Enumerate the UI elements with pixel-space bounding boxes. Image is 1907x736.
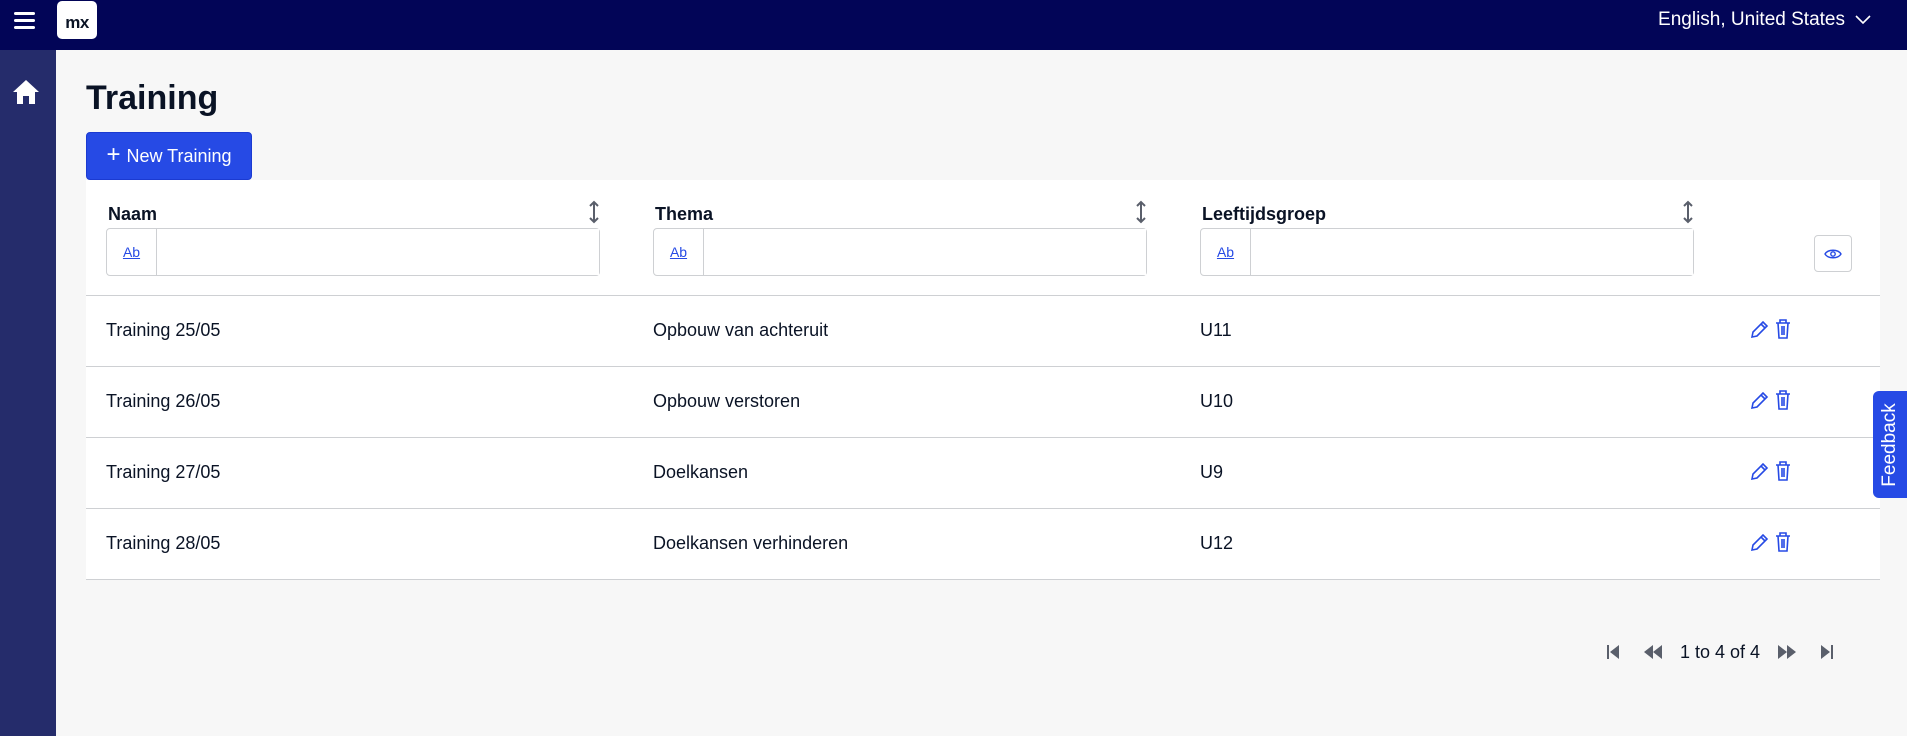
sidebar: [0, 50, 56, 736]
filter-naam-input[interactable]: [157, 229, 599, 275]
row-actions: [1749, 389, 1793, 411]
home-icon[interactable]: [11, 77, 41, 107]
trash-icon[interactable]: [1773, 531, 1793, 553]
filter-type-button[interactable]: Ab: [654, 229, 704, 275]
column-visibility-button[interactable]: [1814, 235, 1852, 272]
edit-icon[interactable]: [1749, 531, 1769, 553]
cell-naam: Training 26/05: [106, 391, 221, 411]
top-bar: mx English, United States: [0, 0, 1907, 50]
row-actions: [1749, 318, 1793, 340]
edit-icon[interactable]: [1749, 389, 1769, 411]
next-page-icon[interactable]: [1774, 640, 1800, 664]
trash-icon[interactable]: [1773, 318, 1793, 340]
menu-icon[interactable]: [14, 12, 35, 30]
edit-icon[interactable]: [1749, 318, 1769, 340]
table-row[interactable]: Training 28/05 Doelkansen verhinderen U1…: [86, 509, 1880, 580]
column-header-naam[interactable]: Naam Ab: [106, 200, 600, 276]
cell-thema: Doelkansen verhinderen: [653, 533, 849, 553]
filter-type-button[interactable]: Ab: [107, 229, 157, 275]
cell-naam: Training 28/05: [106, 533, 221, 553]
cell-leeftijdsgroep: U10: [1200, 391, 1234, 411]
first-page-icon[interactable]: [1600, 640, 1626, 664]
training-grid: Naam Ab Thema Ab Leeftijdsgroep Ab Train…: [86, 180, 1880, 580]
plus-icon: +: [106, 140, 121, 168]
app-logo: mx: [57, 1, 97, 39]
cell-naam: Training 27/05: [106, 462, 221, 482]
sort-icon[interactable]: [1135, 200, 1147, 224]
previous-page-icon[interactable]: [1640, 640, 1666, 664]
table-row[interactable]: Training 26/05 Opbouw verstoren U10: [86, 367, 1880, 438]
row-actions: [1749, 531, 1793, 553]
language-label: English, United States: [1658, 9, 1845, 30]
column-header-thema[interactable]: Thema Ab: [653, 200, 1147, 276]
filter-leeftijdsgroep: Ab: [1200, 228, 1694, 276]
cell-leeftijdsgroep: U12: [1200, 533, 1234, 553]
sort-icon[interactable]: [588, 200, 600, 224]
row-actions: [1749, 460, 1793, 482]
page-title: Training: [86, 79, 219, 117]
last-page-icon[interactable]: [1814, 640, 1840, 664]
feedback-label: Feedback: [1879, 402, 1900, 487]
filter-naam: Ab: [106, 228, 600, 276]
pagination: 1 to 4 of 4: [1600, 640, 1840, 664]
cell-thema: Opbouw verstoren: [653, 391, 801, 411]
table-row[interactable]: Training 27/05 Doelkansen U9: [86, 438, 1880, 509]
cell-leeftijdsgroep: U9: [1200, 462, 1224, 482]
cell-thema: Opbouw van achteruit: [653, 320, 829, 340]
column-label: Thema: [655, 204, 714, 224]
language-selector[interactable]: English, United States: [1658, 9, 1871, 31]
trash-icon[interactable]: [1773, 389, 1793, 411]
column-label: Leeftijdsgroep: [1202, 204, 1327, 224]
table-row[interactable]: Training 25/05 Opbouw van achteruit U11: [86, 296, 1880, 367]
page-info: 1 to 4 of 4: [1680, 641, 1761, 662]
chevron-down-icon: [1855, 15, 1871, 25]
filter-type-button[interactable]: Ab: [1201, 229, 1251, 275]
column-label: Naam: [108, 204, 158, 224]
trash-icon[interactable]: [1773, 460, 1793, 482]
edit-icon[interactable]: [1749, 460, 1769, 482]
cell-thema: Doelkansen: [653, 462, 749, 482]
cell-naam: Training 25/05: [106, 320, 221, 340]
new-training-button[interactable]: + New Training: [86, 132, 252, 180]
sort-icon[interactable]: [1682, 200, 1694, 224]
filter-thema: Ab: [653, 228, 1147, 276]
filter-leeftijdsgroep-input[interactable]: [1251, 229, 1693, 275]
cell-leeftijdsgroep: U11: [1200, 320, 1232, 340]
filter-thema-input[interactable]: [704, 229, 1146, 275]
grid-header: Naam Ab Thema Ab Leeftijdsgroep Ab: [86, 180, 1880, 296]
column-header-leeftijdsgroep[interactable]: Leeftijdsgroep Ab: [1200, 200, 1694, 276]
feedback-tab[interactable]: Feedback: [1873, 391, 1907, 498]
new-training-label: New Training: [126, 145, 232, 166]
eye-icon: [1824, 249, 1842, 258]
